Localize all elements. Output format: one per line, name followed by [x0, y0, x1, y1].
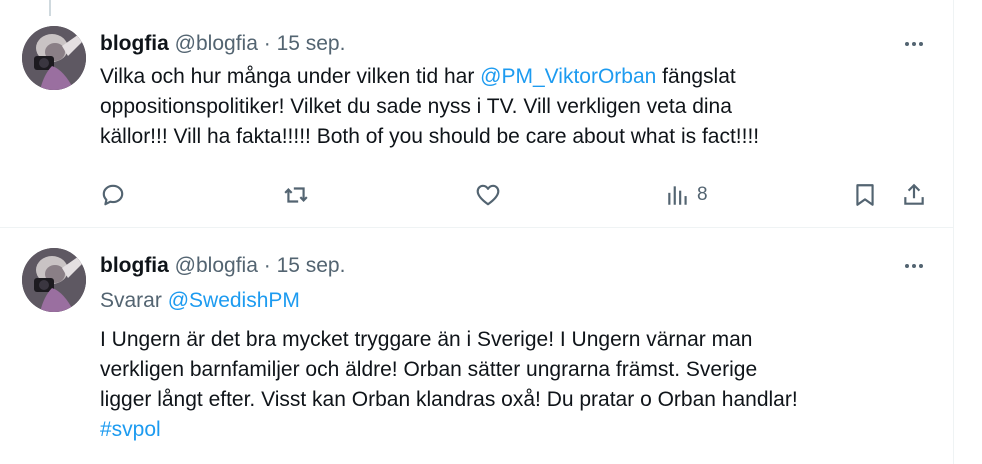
author-handle[interactable]: @blogfia: [175, 254, 258, 277]
tweet-text-line: I Ungern är det bra mycket tryggare än i…: [100, 328, 753, 351]
tweet-text-line: källor!!! Vill ha fakta!!!!! Both of you…: [100, 125, 760, 148]
more-horizontal-icon: [905, 42, 923, 46]
separator-dot: ·: [263, 254, 271, 277]
like-button[interactable]: [475, 178, 501, 212]
tweet[interactable]: blogfia @blogfia · 15 sep. Vilka och hur…: [0, 0, 953, 227]
reply-button[interactable]: [100, 178, 126, 212]
more-options-button[interactable]: [899, 29, 929, 59]
share-icon: [904, 183, 924, 205]
avatar[interactable]: [22, 26, 86, 90]
avatar[interactable]: [22, 248, 86, 312]
tweet-header: blogfia @blogfia · 15 sep.: [100, 31, 345, 57]
timeline-border: [953, 0, 954, 464]
views-count: 8: [697, 184, 708, 205]
tweet-date[interactable]: 15 sep.: [277, 32, 346, 55]
retweet-icon: [284, 187, 308, 203]
separator-dot: ·: [263, 32, 271, 55]
author-handle[interactable]: @blogfia: [175, 32, 258, 55]
share-button[interactable]: [901, 178, 927, 212]
reply-icon: [102, 184, 124, 206]
tweet-text-line: ligger långt efter. Visst kan Orban klan…: [100, 388, 798, 411]
replying-to-label: Svarar: [100, 289, 162, 312]
views-icon: [668, 186, 687, 205]
views-button[interactable]: 8: [665, 178, 708, 212]
tweet-text: Vilka och hur många under vilken tid har…: [100, 62, 900, 152]
author-name[interactable]: blogfia: [100, 254, 169, 277]
tweet-header: blogfia @blogfia · 15 sep.: [100, 253, 345, 279]
tweet-text-line: oppositionspolitiker! Vilket du sade nys…: [100, 95, 732, 118]
author-name[interactable]: blogfia: [100, 32, 169, 55]
retweet-button[interactable]: [283, 178, 309, 212]
like-icon: [476, 184, 500, 206]
tweet-text-line: Vilka och hur många under vilken tid har…: [100, 65, 736, 88]
replying-to: Svarar @SwedishPM: [100, 288, 300, 314]
tweet-text-line: verkligen barnfamiljer och äldre! Orban …: [100, 358, 758, 381]
mention-link[interactable]: @PM_ViktorOrban: [480, 65, 656, 88]
tweet[interactable]: blogfia @blogfia · 15 sep. Svarar @Swedi…: [0, 228, 953, 464]
bookmark-button[interactable]: [852, 178, 878, 212]
more-options-button[interactable]: [899, 251, 929, 281]
tweet-date[interactable]: 15 sep.: [277, 254, 346, 277]
hashtag-link[interactable]: #svpol: [100, 415, 900, 445]
more-horizontal-icon: [905, 264, 923, 268]
bookmark-icon: [856, 184, 874, 206]
mention-link[interactable]: @SwedishPM: [168, 289, 300, 312]
action-bar: 8: [0, 178, 953, 212]
tweet-text: I Ungern är det bra mycket tryggare än i…: [100, 325, 900, 445]
